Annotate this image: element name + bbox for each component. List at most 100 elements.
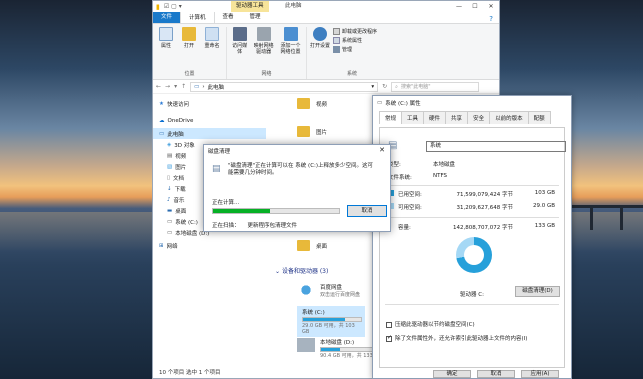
index-checkbox-row[interactable]: ✓ 除了文件属性外，还允许索引此驱动器上文件的内容(I) (386, 334, 527, 342)
sidebar-item-this-pc[interactable]: ▭ 此电脑 (153, 128, 266, 139)
network-drive-icon (256, 27, 271, 41)
cleanup-cancel-button[interactable]: 取消 (347, 205, 387, 217)
tab-general[interactable]: 常规 (379, 111, 403, 124)
maximize-button[interactable]: ☐ (467, 1, 483, 12)
up-arrow-icon[interactable]: ↑ (181, 83, 186, 90)
nav-label: 快速访问 (166, 101, 189, 108)
folder-desktop[interactable]: 桌面 (297, 240, 327, 251)
group-label-network: 网络 (261, 71, 272, 77)
tab-sharing[interactable]: 共享 (445, 111, 469, 124)
nav-label: 网络 (166, 243, 178, 250)
drive-disk-d[interactable]: 本地磁盘 (D:) 90.4 GB 可用，共 133 GB (297, 338, 382, 359)
ok-button[interactable]: 确定 (433, 370, 471, 378)
drive-system-c[interactable]: 系统 (C:) 29.0 GB 可用，共 103 GB (297, 306, 365, 337)
tab-manage[interactable]: 管理 (242, 11, 269, 23)
free-bytes: 31,209,627,648 字节 (456, 205, 514, 211)
folder-label: 图片 (316, 129, 328, 136)
filesystem-value: NTFS (433, 173, 448, 179)
help-icon[interactable]: ? (489, 15, 493, 23)
breadcrumb[interactable]: 此电脑 (208, 83, 225, 91)
address-bar[interactable]: ▭ › 此电脑 ▾ (190, 81, 379, 92)
tab-quota[interactable]: 配额 (527, 111, 551, 124)
close-icon[interactable]: ✕ (379, 146, 385, 154)
folder-label: 桌面 (316, 243, 328, 250)
bridge-pillar (590, 205, 593, 230)
minimize-button[interactable]: — (451, 1, 467, 12)
sidebar-item-quick-access[interactable]: ★ 快速访问 (153, 98, 266, 109)
search-icon: ⌕ (395, 83, 398, 90)
tab-file[interactable]: 文件 (153, 11, 181, 23)
media-label: 访问媒体 (232, 43, 248, 55)
manage-button[interactable]: 管理 (333, 46, 377, 53)
computer-icon: ▭ (159, 130, 165, 137)
system-properties-button[interactable]: 系统属性 (333, 37, 377, 44)
drive-icon: ▭ (167, 229, 173, 236)
music-icon: ♪ (167, 196, 171, 203)
compress-checkbox[interactable] (386, 321, 392, 328)
drive-letter-label: 驱动器 C: (460, 292, 484, 298)
nav-label: 视频 (175, 153, 187, 160)
drive-baidu[interactable]: 百度网盘 双击运行百度网盘 (297, 283, 360, 298)
free-row: 可用空间: 31,209,627,648 字节 29.0 GB (388, 203, 555, 211)
recent-chevron-icon[interactable]: ▾ (174, 83, 177, 90)
disk-cleanup-button[interactable]: 磁盘清理(D) (515, 286, 560, 297)
quick-access-toolbar[interactable]: ☑ ▢ ▾ (164, 3, 182, 10)
properties-tabs: 常规 工具 硬件 共享 安全 以前的版本 配额 (379, 111, 565, 124)
nav-label: 系统 (C:) (175, 219, 198, 226)
capacity-row: 容量: 142,808,707,072 字节 133 GB (398, 223, 555, 231)
nav-label: 文档 (173, 175, 185, 182)
ribbon-tabs: 文件 计算机 查看 管理 ? (153, 11, 499, 24)
document-icon: ▯ (167, 174, 171, 181)
checkmark-icon: ✓ (387, 333, 393, 341)
bridge (560, 205, 643, 208)
tab-previous-versions[interactable]: 以前的版本 (489, 111, 529, 124)
search-input[interactable]: ⌕ 搜索"此电脑" (391, 81, 480, 92)
dropdown-chevron-icon[interactable]: ▾ (371, 84, 374, 90)
folder-pictures[interactable]: 图片 (297, 126, 327, 137)
apply-button[interactable]: 应用(A) (521, 370, 559, 378)
drive-name-field[interactable]: 系统 (426, 141, 566, 152)
cancel-button[interactable]: 取消 (477, 370, 515, 378)
tab-tools[interactable]: 工具 (401, 111, 425, 124)
index-checkbox[interactable]: ✓ (386, 333, 393, 342)
cleanup-message: "磁盘清理"正在计算可以在 系统 (C:)上释放多少空间。这可能需要几分钟时间。 (228, 163, 374, 176)
sidebar-item-network[interactable]: ⊞ 网络 (153, 240, 266, 251)
uninstall-label: 卸载或更改程序 (342, 29, 378, 35)
close-button[interactable]: ✕ (483, 1, 499, 12)
tab-hardware[interactable]: 硬件 (423, 111, 447, 124)
dialog-title: 系统 (C:) 属性 (385, 100, 421, 107)
compress-checkbox-row[interactable]: 压缩此驱动器以节约磁盘空间(C) (386, 320, 475, 328)
add-location-label: 添加一个网络位置 (280, 43, 301, 55)
capacity-bytes: 142,808,707,072 字节 (453, 225, 513, 231)
drive-name: 系统 (C:) (302, 310, 325, 316)
nav-label: OneDrive (167, 117, 194, 124)
folder-icon (297, 126, 310, 137)
scan-label: 正在扫描： (212, 223, 240, 229)
group-label-location: 位置 (184, 71, 195, 77)
section-header[interactable]: ⌄ 设备和驱动器 (3) (275, 266, 328, 275)
capacity-gb: 133 GB (534, 223, 555, 229)
uninstall-program-button[interactable]: 卸载或更改程序 (333, 28, 377, 35)
forward-arrow-icon[interactable]: → (165, 83, 170, 90)
cloud-drive-icon (297, 283, 315, 297)
cleanup-title-bar: 磁盘清理 ✕ (204, 145, 390, 156)
refresh-icon[interactable]: ↻ (382, 83, 387, 90)
sidebar-item-onedrive[interactable]: ☁ OneDrive (153, 115, 266, 126)
general-tab-panel: ▤ 系统 类型: 本地磁盘 文件系统: NTFS 已用空间: 71,599,079,4… (379, 127, 566, 368)
manage-label: 管理 (342, 47, 353, 53)
cleanup-drive-icon: ▤ (212, 164, 221, 174)
back-arrow-icon[interactable]: ← (156, 83, 161, 90)
capacity-label: 容量: (398, 225, 411, 231)
compress-label: 压缩此驱动器以节约磁盘空间(C) (395, 322, 475, 328)
tab-security[interactable]: 安全 (467, 111, 491, 124)
tab-computer[interactable]: 计算机 (180, 11, 215, 23)
filesystem-row: 文件系统: NTFS (388, 173, 447, 181)
tab-view[interactable]: 查看 (215, 11, 242, 23)
folder-videos[interactable]: 视频 (297, 98, 327, 109)
divider (385, 185, 559, 186)
used-gb: 103 GB (534, 190, 555, 196)
group-system: 打开设置 卸载或更改程序 系统属性 管理 系统 (307, 27, 397, 79)
open-label: 打开 (183, 43, 194, 49)
nav-label: 下载 (174, 186, 186, 193)
free-gb: 29.0 GB (532, 203, 555, 209)
